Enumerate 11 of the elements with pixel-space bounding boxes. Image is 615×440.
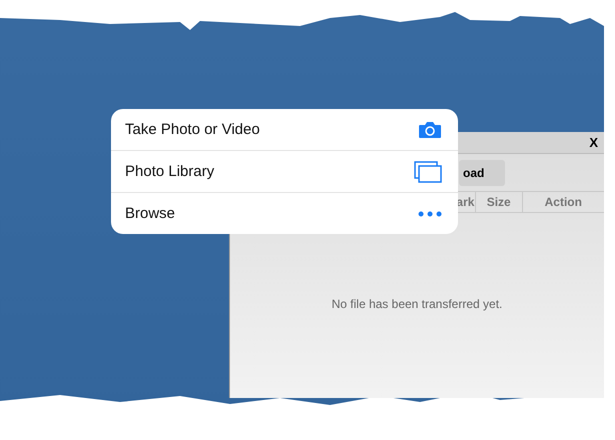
menu-item[interactable]: Browse bbox=[111, 193, 458, 234]
menu-item[interactable]: Photo Library bbox=[111, 151, 458, 193]
menu-item[interactable]: Take Photo or Video bbox=[111, 109, 458, 151]
column-header: Size bbox=[476, 192, 523, 212]
more-icon bbox=[418, 210, 442, 216]
upload-button[interactable]: oad bbox=[459, 160, 505, 186]
column-header: Action bbox=[544, 194, 583, 211]
empty-message: No file has been transferred yet. bbox=[330, 297, 504, 311]
close-button[interactable]: X bbox=[589, 135, 598, 150]
camera-icon bbox=[418, 120, 442, 138]
stacked-windows-icon bbox=[414, 160, 442, 182]
